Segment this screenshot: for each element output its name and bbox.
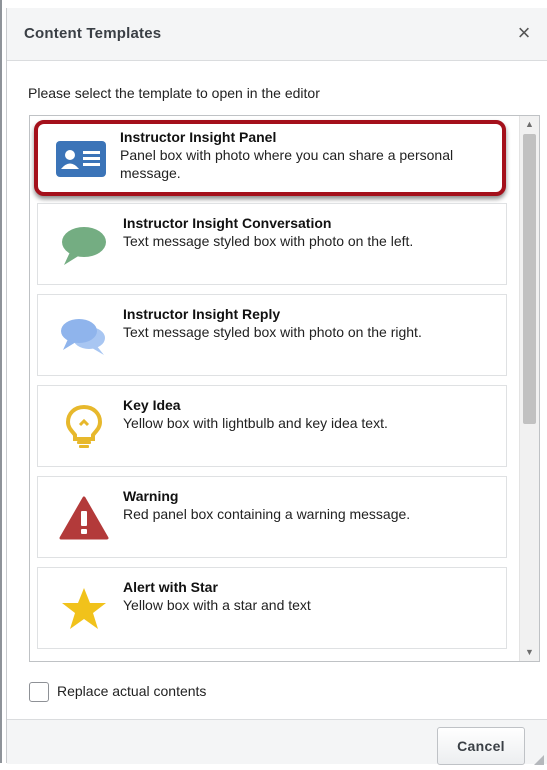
replace-contents-label[interactable]: Replace actual contents [57,683,206,699]
replace-contents-checkbox[interactable] [29,682,49,702]
dialog-footer: Cancel [7,719,547,765]
warning-icon [58,495,110,541]
template-description: Yellow box with lightbulb and key idea t… [123,415,388,431]
profile-card-icon [55,136,107,182]
lightbulb-icon [58,404,110,450]
cancel-button[interactable]: Cancel [437,727,525,765]
resize-grip-icon[interactable] [534,752,544,765]
template-name: Warning [123,488,179,504]
template-name: Instructor Insight Conversation [123,215,332,231]
template-description: Yellow box with a star and text [123,597,311,613]
scroll-up-arrow-icon[interactable]: ▲ [520,116,539,133]
scrollbar-thumb[interactable] [523,134,536,424]
template-item-instructor-insight-panel[interactable]: Instructor Insight Panel Panel box with … [34,120,506,196]
template-name: Instructor Insight Panel [120,129,277,145]
template-list[interactable]: Instructor Insight Panel Panel box with … [29,115,540,662]
content-templates-dialog: Content Templates × Please select the te… [6,8,547,765]
template-name: Instructor Insight Reply [123,306,281,322]
template-item-alert-with-star[interactable]: Alert with Star Yellow box with a star a… [37,567,507,649]
template-description: Text message styled box with photo on th… [123,324,422,340]
dialog-header: Content Templates × [7,8,547,61]
double-speech-bubble-icon [58,313,110,359]
instruction-text: Please select the template to open in th… [28,85,320,101]
close-icon[interactable]: × [512,20,536,46]
template-item-warning[interactable]: Warning Red panel box containing a warni… [37,476,507,558]
dialog-title: Content Templates [24,25,162,42]
template-name: Alert with Star [123,579,218,595]
scroll-down-arrow-icon[interactable]: ▼ [520,644,539,661]
template-description: Red panel box containing a warning messa… [123,506,411,522]
template-item-instructor-insight-conversation[interactable]: Instructor Insight Conversation Text mes… [37,203,507,285]
list-scrollbar[interactable]: ▲ ▼ [519,116,539,661]
template-name: Key Idea [123,397,181,413]
template-item-key-idea[interactable]: Key Idea Yellow box with lightbulb and k… [37,385,507,467]
speech-bubble-icon [58,222,110,268]
window-edge [0,0,2,763]
star-icon [58,586,110,632]
template-description: Text message styled box with photo on th… [123,233,414,249]
template-item-instructor-insight-reply[interactable]: Instructor Insight Reply Text message st… [37,294,507,376]
template-description: Panel box with photo where you can share… [120,147,454,181]
